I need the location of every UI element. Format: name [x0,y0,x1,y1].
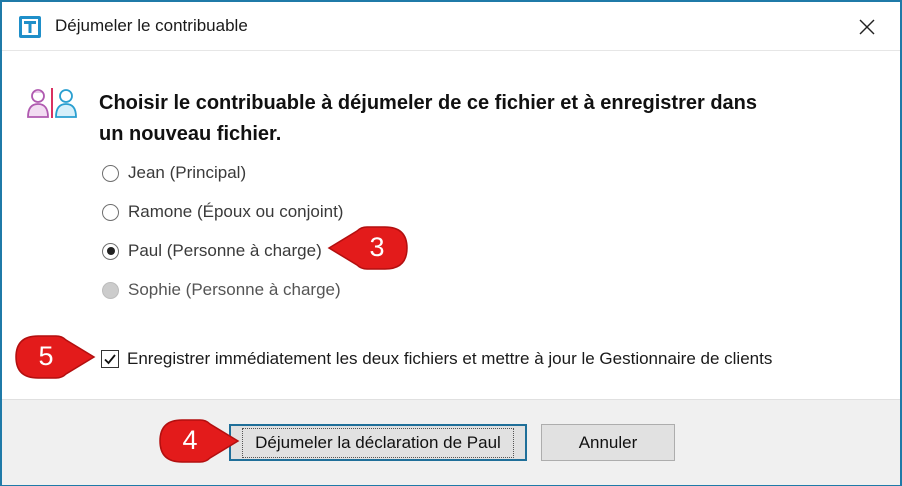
heading-line-1: Choisir le contribuable à déjumeler de c… [99,92,757,114]
title-bar: Déjumeler le contribuable [2,2,900,50]
callout-badge-5: 5 [14,334,96,380]
radio-button-selected[interactable] [102,242,119,260]
couple-people-icon [27,88,77,118]
callout-badge-4: 4 [158,418,240,464]
radio-button-disabled [102,281,119,299]
unlink-return-button[interactable]: Déjumeler la déclaration de Paul [229,424,527,461]
radio-option-sophie: Sophie (Personne à charge) [102,277,341,303]
radio-option-paul[interactable]: Paul (Personne à charge) [102,238,322,264]
radio-option-ramone[interactable]: Ramone (Époux ou conjoint) [102,199,343,225]
checkmark-icon [104,354,116,365]
callout-badge-3: 3 [327,225,409,271]
app-icon [19,16,41,38]
callout-number: 4 [182,425,198,455]
cancel-button-label: Annuler [578,432,638,452]
radio-label: Paul (Personne à charge) [128,241,322,260]
save-files-checkbox[interactable] [101,350,119,368]
close-icon [859,19,875,35]
title-separator [2,50,900,51]
radio-option-jean[interactable]: Jean (Principal) [102,160,246,186]
heading-line-2: un nouveau fichier. [99,123,282,145]
unlink-button-label: Déjumeler la déclaration de Paul [242,427,514,458]
cancel-button[interactable]: Annuler [541,424,675,461]
dialog-window: Déjumeler le contribuable Choisir le con… [0,0,902,486]
window-title: Déjumeler le contribuable [55,16,248,35]
callout-number: 3 [369,232,385,262]
close-button[interactable] [850,10,884,44]
radio-label: Jean (Principal) [128,163,247,182]
dialog-footer: Déjumeler la déclaration de Paul Annuler [2,399,900,485]
save-files-label: Enregistrer immédiatement les deux fichi… [127,349,773,368]
callout-number: 5 [38,341,54,371]
save-files-option[interactable]: Enregistrer immédiatement les deux fichi… [101,346,772,372]
radio-button[interactable] [102,203,119,221]
radio-label: Sophie (Personne à charge) [128,280,341,299]
dialog-heading: Choisir le contribuable à déjumeler de c… [99,88,859,150]
radio-button[interactable] [102,164,119,182]
radio-label: Ramone (Époux ou conjoint) [128,202,344,221]
